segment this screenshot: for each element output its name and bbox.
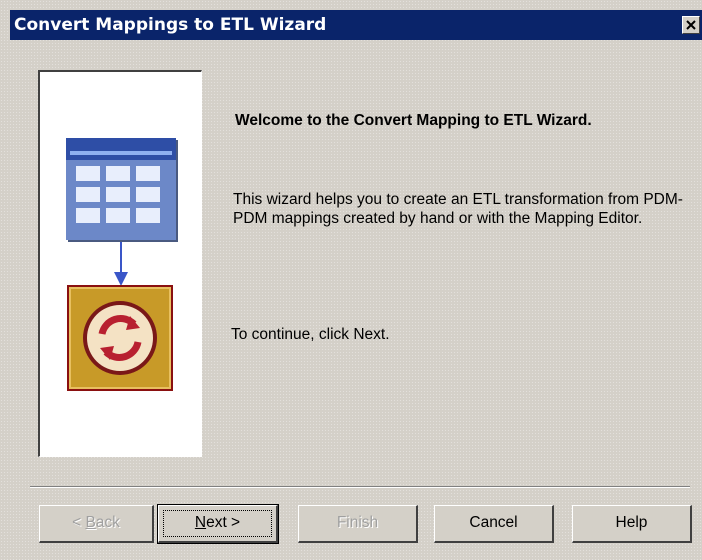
help-button[interactable]: Help [572, 505, 692, 543]
transform-icon [67, 285, 173, 391]
back-button-label: < Back [72, 514, 120, 531]
wizard-illustration-panel [38, 70, 202, 457]
back-button[interactable]: < Back [39, 505, 154, 543]
next-button[interactable]: Next > [157, 504, 279, 544]
finish-button[interactable]: Finish [298, 505, 418, 543]
title-bar[interactable]: Convert Mappings to ETL Wizard [10, 10, 702, 40]
help-button-label: Help [615, 514, 648, 531]
next-button-label: Next > [194, 514, 241, 531]
finish-button-label: Finish [336, 514, 379, 531]
welcome-heading: Welcome to the Convert Mapping to ETL Wi… [235, 112, 592, 129]
cancel-button-label: Cancel [469, 514, 518, 531]
close-button[interactable] [682, 16, 700, 34]
wizard-description: This wizard helps you to create an ETL t… [233, 191, 683, 227]
cancel-button[interactable]: Cancel [434, 505, 554, 543]
close-icon [686, 20, 696, 30]
window-title: Convert Mappings to ETL Wizard [14, 15, 327, 35]
button-separator [30, 486, 690, 488]
table-icon [66, 138, 178, 242]
arrow-down-icon [114, 242, 128, 286]
wizard-illustration [66, 138, 178, 391]
continue-instruction: To continue, click Next. [231, 326, 390, 343]
wizard-window: Convert Mappings to ETL Wizard Welcome t… [0, 0, 702, 560]
